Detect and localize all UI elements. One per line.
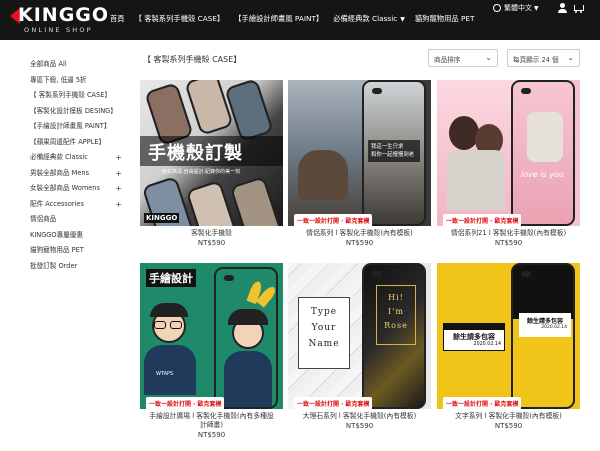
thumb-subline: 一致一設計打開 · 歐克套模	[294, 397, 373, 409]
product-image[interactable]: 我這一生只求 和你一起慢慢到老 一致一設計打開 · 歐克套模	[288, 80, 431, 226]
product-price: NT$590	[197, 239, 226, 247]
thumb-caption: 我這一生只求 和你一起慢慢到老	[368, 140, 420, 162]
sidebar-item-pet[interactable]: 貓狗寵物用品 PET	[30, 245, 122, 261]
product-name[interactable]: 情侶系列21 l 客製化手機殼(內有模板)	[437, 229, 580, 238]
sidebar-item-mens[interactable]: 男裝全部商品 Mens +	[30, 168, 122, 184]
product-image[interactable]: 手機殼訂製 色彩高清.自由設計.紀錄你的美一刻 KINGGO	[140, 80, 283, 226]
product-card[interactable]: Type Your Name Hi! I'm Rose 一致一設計打開 · 歐克…	[288, 263, 431, 431]
logo-tagline: ONLINE SHOP	[24, 26, 93, 34]
sidebar-item-classic[interactable]: 必備經典款 Classic +	[30, 152, 122, 168]
sidebar-item-all[interactable]: 全部商品 All	[30, 59, 122, 75]
camera-icon	[372, 271, 382, 277]
chevron-down-icon: ▼	[534, 4, 539, 12]
nav-item-classic[interactable]: 必備經典款 Classic ▼	[333, 14, 405, 24]
chevron-down-icon: ⌄	[567, 53, 574, 62]
product-price: NT$590	[345, 239, 374, 247]
phone-mockup: 餘生請多包容 2020.02.14	[511, 263, 575, 409]
chevron-down-icon: ▼	[400, 15, 405, 23]
thumb-subline: 一致一設計打開 · 歐克套模	[443, 397, 522, 409]
expand-plus-icon[interactable]: +	[115, 152, 122, 163]
phone-mockup: Hi! I'm Rose	[362, 263, 426, 409]
globe-icon	[493, 4, 501, 12]
sort-select[interactable]: 商品排序 ⌄	[428, 49, 498, 67]
product-name[interactable]: 大理石系列 l 客製化手機殼(內有模板)	[288, 412, 431, 421]
product-price: NT$590	[494, 239, 523, 247]
expand-plus-icon[interactable]: +	[115, 199, 122, 210]
product-name[interactable]: 手繪設計廣場 l 客製化手機殼(內有多種設計師畫)	[140, 412, 283, 430]
per-page-select[interactable]: 每頁顯示 24 個 ⌄	[507, 49, 580, 67]
thumb-subline: 一致一設計打開 · 歐克套模	[294, 214, 373, 226]
nav-item-home[interactable]: 首頁	[110, 14, 125, 24]
thumb-subline: 一致一設計打開 · 歐克套模	[443, 214, 522, 226]
thumb-caption: love is you	[521, 170, 564, 179]
product-card[interactable]: 餘生請多包容 2020.02.14 餘生請多包容 2020.02.14 一致一設…	[437, 263, 580, 431]
product-image[interactable]: 手繪設計 WTAPS 一致一設計打開 · 歐克套模	[140, 263, 283, 409]
category-title: 【 客製系列手機殼 CASE】	[143, 55, 242, 64]
product-card[interactable]: 手繪設計 WTAPS 一致一設計打開 · 歐克套模 手繪設計廣場 l 客製化手機…	[140, 263, 283, 440]
product-image[interactable]: 餘生請多包容 2020.02.14 餘生請多包容 2020.02.14 一致一設…	[437, 263, 580, 409]
product-price: NT$590	[494, 422, 523, 430]
user-icon[interactable]	[557, 3, 568, 13]
main-nav: 首頁 【 客製系列手機殼 CASE】 【手繪設計師畫風 PAINT】 必備經典款…	[110, 14, 484, 24]
sidebar-item-paint[interactable]: 【手繪設計師畫風 PAINT】	[30, 121, 122, 137]
expand-plus-icon[interactable]: +	[115, 183, 122, 194]
product-price: NT$590	[345, 422, 374, 430]
product-card[interactable]: love is you 一致一設計打開 · 歐克套模 情侶系列21 l 客製化手…	[437, 80, 580, 248]
top-navigation-bar: KINGGO ONLINE SHOP 首頁 【 客製系列手機殼 CASE】 【手…	[0, 0, 600, 40]
thumb-quote-card-phone: 餘生請多包容 2020.02.14	[519, 313, 571, 337]
kinggo-logo[interactable]: KINGGO ONLINE SHOP	[10, 4, 108, 36]
product-name[interactable]: 客製化手機殼	[140, 229, 283, 238]
product-name[interactable]: 文字系列 l 客製化手機殼(內有模板)	[437, 412, 580, 421]
sidebar-item-womens[interactable]: 女裝全部商品 Womens +	[30, 183, 122, 199]
logo-wordmark: KINGGO	[18, 4, 110, 26]
product-image[interactable]: love is you 一致一設計打開 · 歐克套模	[437, 80, 580, 226]
top-icons	[552, 3, 584, 13]
product-price: NT$590	[197, 431, 226, 439]
language-label: 繁體中文	[504, 4, 532, 12]
nav-item-pet[interactable]: 貓狗寵物用品 PET	[415, 14, 475, 24]
thumb-quote-card: 餘生請多包容 2020.02.14	[443, 323, 505, 351]
thumb-name-frame-gold: Hi! I'm Rose	[376, 285, 416, 345]
product-card[interactable]: 我這一生只求 和你一起慢慢到老 一致一設計打開 · 歐克套模 情侶系列 l 客製…	[288, 80, 431, 248]
phone-mockup	[214, 267, 278, 409]
product-name[interactable]: 情侶系列 l 客製化手機殼(內有模板)	[288, 229, 431, 238]
cart-icon[interactable]	[573, 3, 584, 13]
thumb-headline: 手繪設計	[146, 269, 196, 287]
language-selector[interactable]: 繁體中文 ▼	[493, 3, 539, 13]
category-sidebar: 全部商品 All 專區下殺, 低逼 5折 【 客製系列手機殼 CASE】 【客製…	[30, 59, 122, 276]
thumb-headline: 手機殼訂製	[148, 143, 243, 164]
product-image[interactable]: Type Your Name Hi! I'm Rose 一致一設計打開 · 歐克…	[288, 263, 431, 409]
sidebar-item-accessories[interactable]: 配件 Accessories +	[30, 199, 122, 215]
sidebar-item-couple[interactable]: 情侶商品	[30, 214, 122, 230]
nav-item-paint[interactable]: 【手繪設計師畫風 PAINT】	[234, 14, 323, 24]
sidebar-item-apple[interactable]: 【蘋果周邊配件 APPLE】	[30, 137, 122, 153]
chevron-down-icon: ⌄	[485, 53, 492, 62]
thumb-logo: KINGGO	[144, 213, 180, 223]
product-card[interactable]: 手機殼訂製 色彩高清.自由設計.紀錄你的美一刻 KINGGO 客製化手機殼 NT…	[140, 80, 283, 248]
expand-plus-icon[interactable]: +	[115, 168, 122, 179]
sidebar-item-sale[interactable]: 專區下殺, 低逼 5折	[30, 75, 122, 91]
camera-icon	[372, 88, 382, 94]
phone-mockup: 我這一生只求 和你一起慢慢到老	[362, 80, 426, 226]
thumb-subline: 色彩高清.自由設計.紀錄你的美一刻	[162, 169, 241, 175]
thumb-name-frame: Type Your Name	[298, 297, 350, 369]
nav-item-case[interactable]: 【 客製系列手機殼 CASE】	[135, 14, 225, 24]
camera-icon	[224, 275, 234, 281]
thumb-subline: 一致一設計打開 · 歐克套模	[146, 397, 225, 409]
sidebar-item-kinggo-deals[interactable]: KINGGO專屬優惠	[30, 230, 122, 246]
shirt-print: WTAPS	[156, 371, 174, 377]
phone-mockup: love is you	[511, 80, 575, 226]
camera-icon	[521, 271, 531, 277]
sidebar-item-design[interactable]: 【客製化設計模板 DESING】	[30, 106, 122, 122]
camera-icon	[521, 88, 531, 94]
sidebar-item-order[interactable]: 批發訂製 Order	[30, 261, 122, 277]
sidebar-item-case[interactable]: 【 客製系列手機殼 CASE】	[30, 90, 122, 106]
